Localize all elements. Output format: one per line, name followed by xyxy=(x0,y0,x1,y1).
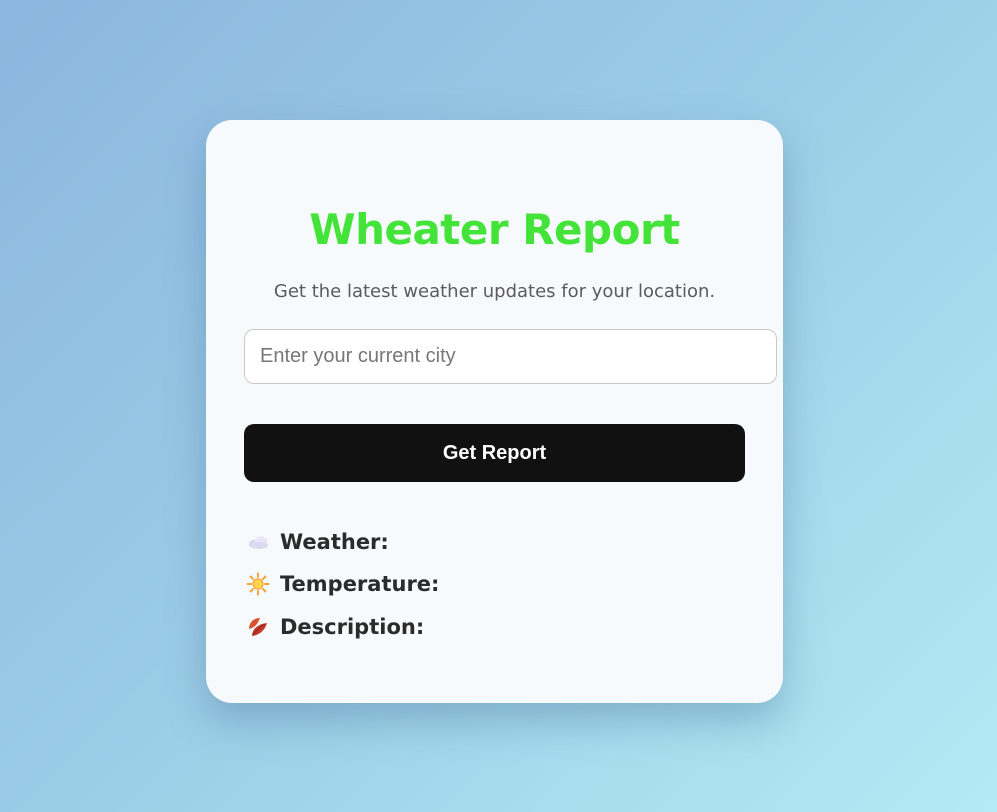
page-title: Wheater Report xyxy=(309,205,680,254)
weather-card: Wheater Report Get the latest weather up… xyxy=(206,120,783,703)
city-input[interactable] xyxy=(244,329,777,384)
weather-label: Weather: xyxy=(280,530,389,554)
sun-icon xyxy=(246,572,270,596)
get-report-button[interactable]: Get Report xyxy=(244,424,745,482)
description-label: Description: xyxy=(280,615,425,639)
cloud-icon xyxy=(246,530,270,554)
description-row: Description: xyxy=(246,612,424,642)
page-subtitle: Get the latest weather updates for your … xyxy=(273,281,716,302)
temperature-row: Temperature: xyxy=(246,569,439,599)
temperature-label: Temperature: xyxy=(280,572,440,596)
weather-row: Weather: xyxy=(246,527,389,557)
leaf-icon xyxy=(246,615,270,639)
